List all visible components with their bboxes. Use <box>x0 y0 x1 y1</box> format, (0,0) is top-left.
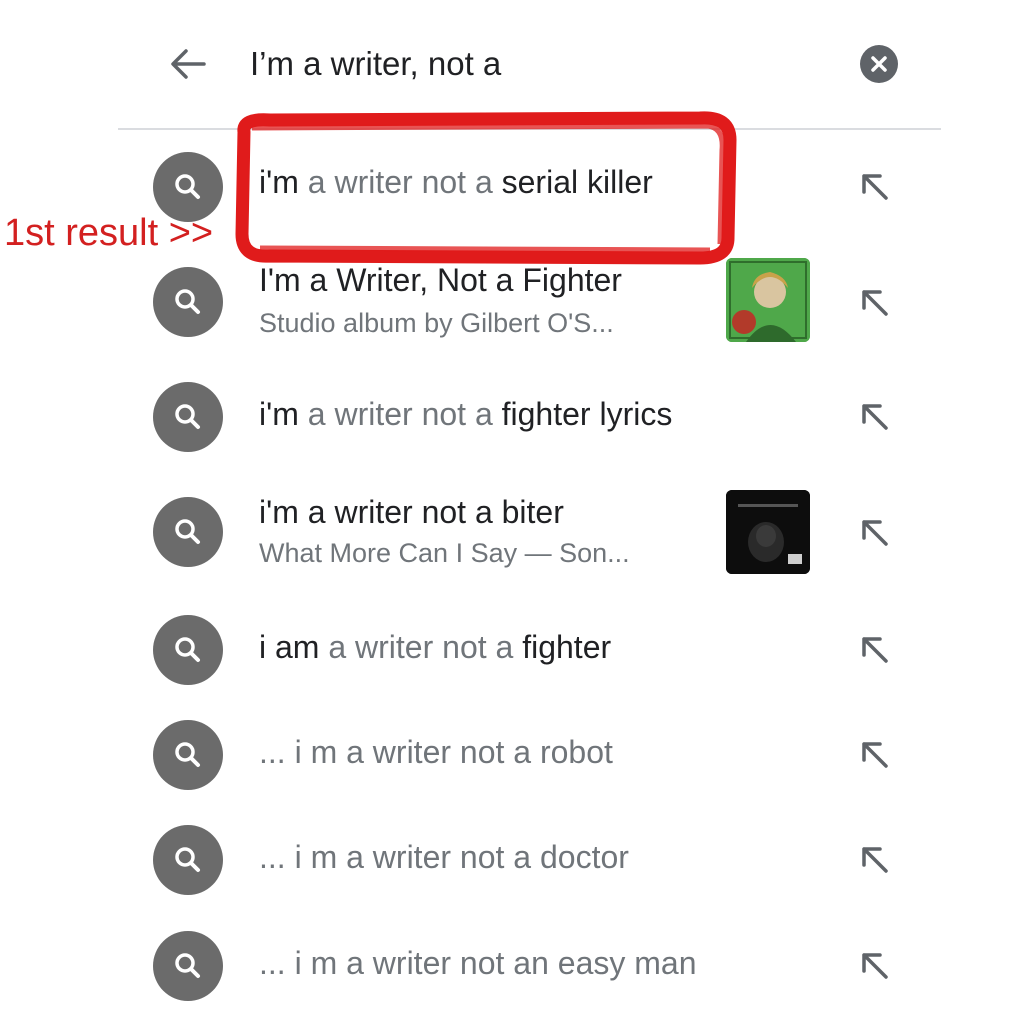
fill-query-arrow-icon[interactable] <box>856 514 894 552</box>
suggestion-row[interactable]: ... i m a writer not a doctor <box>0 825 1024 895</box>
suggestion-subtitle: What More Can I Say — Son... <box>259 538 630 568</box>
suggestion-text: i'm a writer not a fighter lyrics <box>259 396 673 432</box>
search-input[interactable]: I’m a writer, not a <box>250 40 501 88</box>
red-highlight-box <box>235 111 737 265</box>
fill-query-arrow-icon[interactable] <box>856 736 894 774</box>
fill-query-arrow-icon[interactable] <box>856 398 894 436</box>
suggestion-text: ... i m a writer not a robot <box>259 734 613 770</box>
annotation-label: 1st result >> <box>4 212 214 254</box>
suggestion-row[interactable]: i'm a writer not a biter What More Can I… <box>0 490 1024 578</box>
suggestion-row[interactable]: i am a writer not a fighter <box>0 615 1024 685</box>
suggestion-title: i'm a writer not a biter <box>259 494 564 530</box>
search-icon <box>153 267 223 337</box>
back-arrow-icon[interactable] <box>164 40 212 88</box>
suggestion-text: ... i m a writer not an easy man <box>259 945 697 981</box>
suggestion-text: i am a writer not a fighter <box>259 629 612 665</box>
suggestion-row[interactable]: ... i m a writer not a robot <box>0 720 1024 790</box>
search-icon <box>153 825 223 895</box>
search-icon <box>153 931 223 1001</box>
search-icon <box>153 720 223 790</box>
search-bar: I’m a writer, not a <box>0 0 1024 128</box>
suggestion-row[interactable]: i'm a writer not a fighter lyrics <box>0 382 1024 452</box>
search-icon <box>153 497 223 567</box>
clear-search-icon[interactable] <box>860 45 898 83</box>
suggestion-row[interactable]: I'm a Writer, Not a Fighter Studio album… <box>0 258 1024 346</box>
search-icon <box>153 615 223 685</box>
suggestion-text: ... i m a writer not a doctor <box>259 839 629 875</box>
fill-query-arrow-icon[interactable] <box>856 284 894 322</box>
fill-query-arrow-icon[interactable] <box>856 841 894 879</box>
fill-query-arrow-icon[interactable] <box>856 168 894 206</box>
suggestion-subtitle: Studio album by Gilbert O'S... <box>259 308 614 338</box>
album-thumbnail <box>726 490 810 574</box>
suggestion-row[interactable]: ... i m a writer not an easy man <box>0 931 1024 1001</box>
fill-query-arrow-icon[interactable] <box>856 947 894 985</box>
fill-query-arrow-icon[interactable] <box>856 631 894 669</box>
album-thumbnail <box>726 258 810 342</box>
search-icon <box>153 382 223 452</box>
